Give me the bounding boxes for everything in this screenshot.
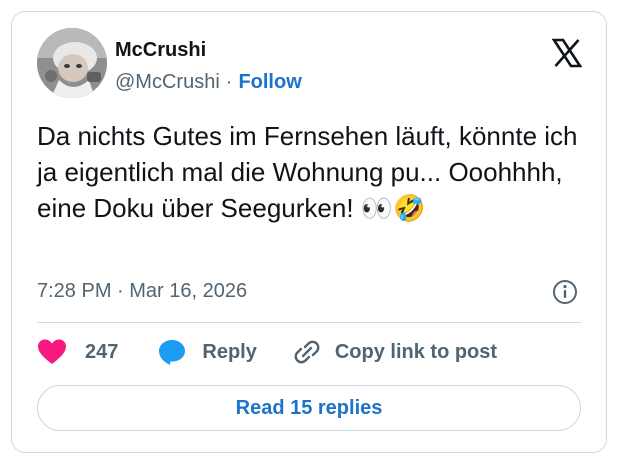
avatar[interactable]: [37, 28, 107, 98]
speech-bubble-icon: [159, 340, 186, 365]
embedded-tweet-card: McCrushi @McCrushi · Follow Da nichts Gute…: [11, 11, 607, 453]
author-handle[interactable]: @McCrushi: [115, 71, 220, 93]
author-handle-row: @McCrushi · Follow: [115, 70, 302, 94]
copy-link-button[interactable]: Copy link to post: [293, 338, 497, 366]
tweet-timestamp[interactable]: 7:28 PM · Mar 16, 2026: [37, 279, 247, 303]
like-button[interactable]: 247: [37, 338, 118, 366]
link-icon: [294, 340, 320, 364]
like-count: 247: [85, 340, 119, 363]
follow-button[interactable]: Follow: [238, 71, 301, 93]
tweet-text: Da nichts Gutes im Fernsehen läuft, könn…: [37, 118, 597, 227]
reply-button[interactable]: Reply: [158, 338, 257, 366]
x-logo-icon[interactable]: [552, 38, 582, 68]
divider: [37, 322, 581, 323]
heart-icon: [38, 339, 66, 364]
avatar-photo-icon: [37, 28, 107, 98]
author-display-name[interactable]: McCrushi: [115, 38, 206, 62]
tweet-actions: 247 Reply Copy link to post: [37, 337, 497, 367]
tweet-body: Da nichts Gutes im Fernsehen läuft, könn…: [37, 121, 578, 223]
tweet-emojis: 👀🤣: [360, 194, 426, 224]
handle-separator: ·: [225, 71, 233, 93]
read-replies-button[interactable]: Read 15 replies: [37, 385, 581, 431]
info-icon[interactable]: [552, 279, 578, 305]
reply-label: Reply: [202, 340, 257, 363]
copy-link-label: Copy link to post: [334, 340, 498, 363]
